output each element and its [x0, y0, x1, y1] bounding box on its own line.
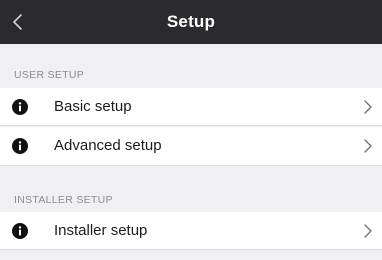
- divider: [0, 165, 382, 166]
- page-title: Setup: [166, 12, 216, 31]
- list-item-label: Installer setup: [54, 222, 148, 239]
- list-item-label: Advanced setup: [54, 137, 162, 154]
- chevron-right-icon: [364, 100, 372, 114]
- info-icon: [12, 99, 28, 115]
- chevron-right-icon: [364, 224, 372, 238]
- info-icon: [12, 223, 28, 239]
- list-item-basic-setup[interactable]: Basic setup: [0, 88, 382, 126]
- navigation-bar: Setup: [0, 0, 382, 44]
- list-item-label: Basic setup: [54, 98, 132, 115]
- section-header-installer-setup: INSTALLER SETUP: [14, 194, 113, 206]
- info-icon: [12, 138, 28, 154]
- section-header-user-setup: USER SETUP: [14, 69, 85, 81]
- list-item-installer-setup[interactable]: Installer setup: [0, 212, 382, 250]
- chevron-right-icon: [364, 139, 372, 153]
- list-item-advanced-setup[interactable]: Advanced setup: [0, 127, 382, 165]
